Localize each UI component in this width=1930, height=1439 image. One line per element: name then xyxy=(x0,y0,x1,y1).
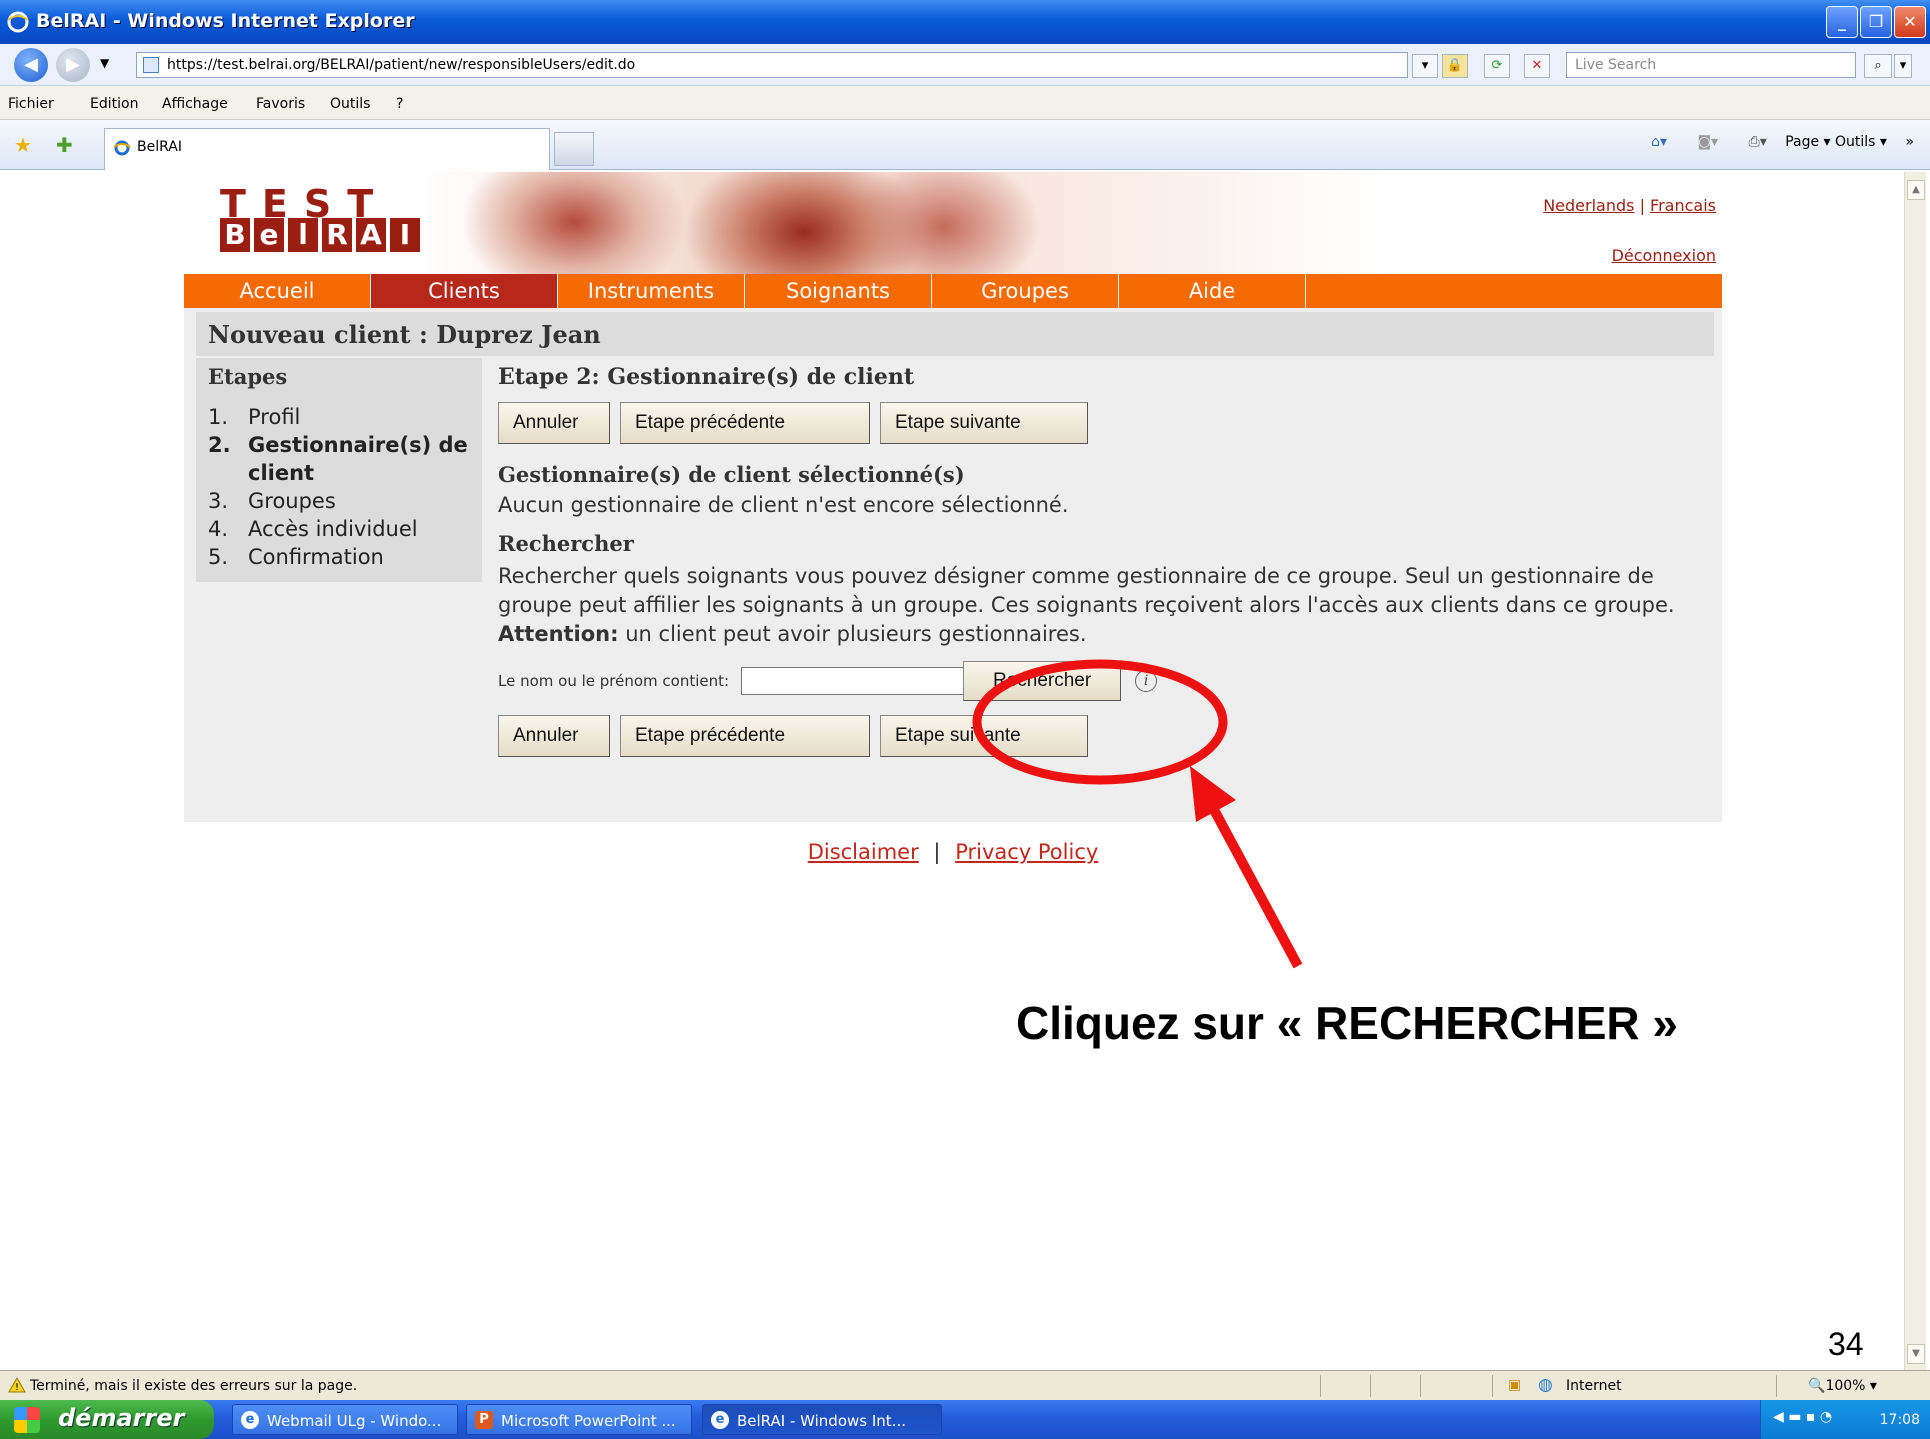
taskbar-item-webmail[interactable]: e Webmail ULg - Windo... xyxy=(232,1404,458,1435)
internet-explorer-icon: e xyxy=(241,1411,259,1429)
security-zone[interactable]: Internet xyxy=(1566,1378,1622,1394)
status-divider xyxy=(1776,1375,1777,1397)
taskbar-item-belrai[interactable]: e BelRAI - Windows Int... xyxy=(702,1404,942,1435)
annotation-overlay xyxy=(972,659,1303,969)
start-button[interactable]: démarrer xyxy=(0,1400,214,1439)
status-divider xyxy=(1370,1375,1371,1397)
protected-mode-icon[interactable]: ▣ xyxy=(1508,1377,1521,1393)
windows-flag-icon xyxy=(14,1407,40,1433)
status-divider xyxy=(1492,1375,1493,1397)
status-divider xyxy=(1420,1375,1421,1397)
internet-zone-icon: ◍ xyxy=(1538,1375,1553,1395)
status-text: Terminé, mais il existe des erreurs sur … xyxy=(30,1378,358,1394)
system-tray: ◀ ▬ ▪ ◔ 17:08 xyxy=(1760,1400,1930,1439)
svg-text:!: ! xyxy=(15,1382,19,1393)
internet-explorer-icon: e xyxy=(711,1411,729,1429)
powerpoint-icon: P xyxy=(475,1411,493,1429)
annotation-caption: Cliquez sur « RECHERCHER » xyxy=(1016,997,1679,1049)
windows-taskbar: démarrer e Webmail ULg - Windo... P Micr… xyxy=(0,1400,1930,1439)
zoom-level[interactable]: 🔍100% ▾ xyxy=(1808,1378,1877,1394)
status-bar: ! Terminé, mais il existe des erreurs su… xyxy=(0,1370,1930,1400)
clock[interactable]: 17:08 xyxy=(1880,1412,1920,1428)
status-divider xyxy=(1320,1375,1321,1397)
slide-number: 34 xyxy=(1828,1326,1864,1362)
warning-icon[interactable]: ! xyxy=(8,1377,26,1393)
annotation-circle xyxy=(972,659,1228,785)
taskbar-item-powerpoint[interactable]: P Microsoft PowerPoint ... xyxy=(466,1404,692,1435)
tray-icons[interactable]: ◀ ▬ ▪ ◔ xyxy=(1773,1409,1832,1425)
annotation-arrow-shaft xyxy=(1207,803,1303,969)
